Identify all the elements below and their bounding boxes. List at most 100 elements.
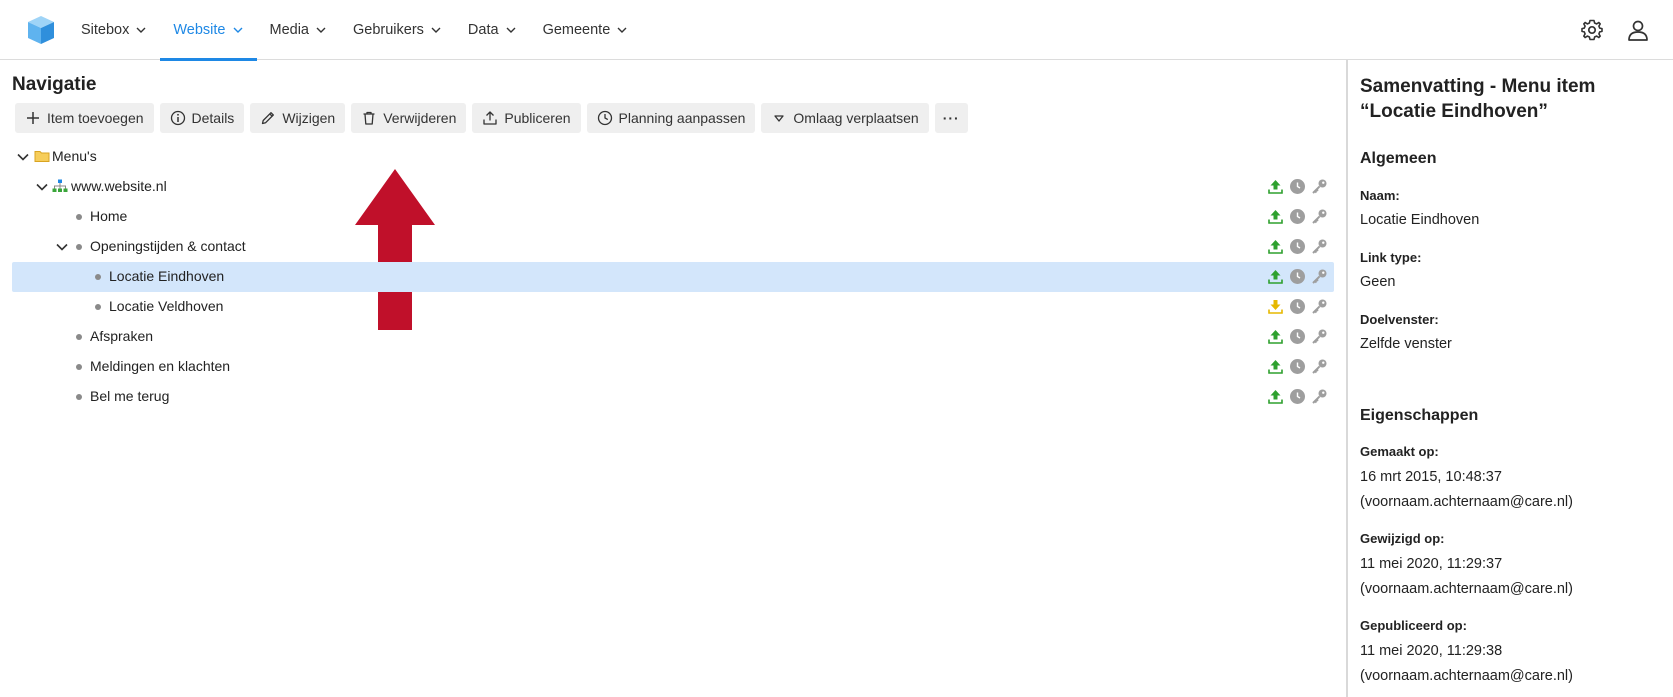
chevron-down-icon[interactable] xyxy=(55,240,69,254)
top-navigation-bar: Sitebox Website Media Gebruikers Data Ge… xyxy=(0,0,1673,61)
key-icon[interactable] xyxy=(1311,178,1328,195)
schedule-clock-icon[interactable] xyxy=(1289,178,1306,195)
bullet-dot xyxy=(95,274,101,280)
bullet-dot xyxy=(76,244,82,250)
chevron-down-icon xyxy=(617,27,627,33)
pencil-icon xyxy=(262,112,275,125)
properties-heading: Eigenschappen xyxy=(1360,407,1479,424)
chevron-down-icon xyxy=(136,27,146,33)
published-date: 11 mei 2020, 11:29:38 xyxy=(1360,643,1503,659)
modified-label: Gewijzigd op: xyxy=(1360,531,1445,546)
chevron-down-icon[interactable] xyxy=(35,180,49,194)
schedule-clock-icon[interactable] xyxy=(1289,388,1306,405)
move-down-button[interactable]: Omlaag verplaatsen xyxy=(761,103,929,133)
tree-item-row[interactable]: Afspraken xyxy=(12,322,1334,352)
link-type-label: Link type: xyxy=(1360,250,1422,265)
triangle-down-icon xyxy=(774,115,785,122)
nav-item-media[interactable]: Media xyxy=(257,0,341,60)
schedule-label: Planning aanpassen xyxy=(618,110,746,126)
tree-item-label: Locatie Eindhoven xyxy=(109,268,225,284)
chevron-down-icon xyxy=(233,27,242,33)
chevron-down-icon xyxy=(316,27,326,33)
bullet-dot xyxy=(76,214,82,220)
published-upload-icon[interactable] xyxy=(1267,358,1284,375)
nav-item-label: Gebruikers xyxy=(353,22,424,38)
details-button[interactable]: Details xyxy=(159,103,245,133)
edit-button[interactable]: Wijzigen xyxy=(250,103,346,133)
published-upload-icon[interactable] xyxy=(1267,238,1284,255)
summary-title: Samenvatting - Menu item “Locatie Eindho… xyxy=(1360,76,1596,122)
user-account-icon[interactable] xyxy=(1626,18,1650,42)
tree-item-label: Locatie Veldhoven xyxy=(109,298,224,314)
tree-site-row[interactable]: www.website.nl xyxy=(12,172,1334,202)
tree-item-label: Afspraken xyxy=(90,328,154,344)
row-status-icons xyxy=(1267,328,1328,345)
key-icon[interactable] xyxy=(1311,208,1328,225)
tree-item-row-selected[interactable]: Locatie Eindhoven xyxy=(12,262,1334,292)
key-icon[interactable] xyxy=(1311,298,1328,315)
nav-item-label: Gemeente xyxy=(542,22,611,38)
row-status-icons xyxy=(1267,358,1328,375)
nav-item-gebruikers[interactable]: Gebruikers xyxy=(340,0,455,60)
published-upload-icon[interactable] xyxy=(1267,328,1284,345)
nav-item-gemeente[interactable]: Gemeente xyxy=(530,0,642,60)
add-item-button[interactable]: Item toevoegen xyxy=(15,103,154,133)
main-menu: Sitebox Website Media Gebruikers Data Ge… xyxy=(68,0,642,61)
tree-site-label: www.website.nl xyxy=(71,178,167,194)
add-item-label: Item toevoegen xyxy=(47,110,144,126)
pending-download-icon[interactable] xyxy=(1267,298,1284,315)
delete-button[interactable]: Verwijderen xyxy=(351,103,467,133)
published-by: (voornaam.achternaam@care.nl) xyxy=(1360,668,1573,684)
schedule-clock-icon[interactable] xyxy=(1289,238,1306,255)
published-upload-icon[interactable] xyxy=(1267,208,1284,225)
summary-panel: Samenvatting - Menu item “Locatie Eindho… xyxy=(1346,60,1673,697)
published-upload-icon[interactable] xyxy=(1267,388,1284,405)
settings-gear-icon[interactable] xyxy=(1580,18,1604,42)
folder-icon xyxy=(34,151,50,162)
sitebox-logo-icon[interactable] xyxy=(27,15,55,45)
nav-item-label: Sitebox xyxy=(81,22,130,38)
tree-item-row[interactable]: Bel me terug xyxy=(12,382,1334,412)
tree-item-row[interactable]: Locatie Veldhoven xyxy=(12,292,1334,322)
schedule-clock-icon[interactable] xyxy=(1289,208,1306,225)
published-upload-icon[interactable] xyxy=(1267,268,1284,285)
created-label: Gemaakt op: xyxy=(1360,444,1439,459)
key-icon[interactable] xyxy=(1311,268,1328,285)
schedule-button[interactable]: Planning aanpassen xyxy=(586,103,756,133)
tree-item-label: Home xyxy=(90,208,128,224)
tree-item-label: Bel me terug xyxy=(90,388,170,404)
modified-by: (voornaam.achternaam@care.nl) xyxy=(1360,581,1573,597)
tree-root-row[interactable]: Menu's xyxy=(12,142,1334,172)
bullet-dot xyxy=(95,304,101,310)
details-label: Details xyxy=(191,110,235,126)
key-icon[interactable] xyxy=(1311,388,1328,405)
tree-item-row[interactable]: Openingstijden & contact xyxy=(12,232,1334,262)
chevron-down-icon[interactable] xyxy=(16,150,30,164)
schedule-clock-icon[interactable] xyxy=(1289,268,1306,285)
trash-icon xyxy=(363,111,375,125)
chevron-down-icon xyxy=(431,27,441,33)
publish-button[interactable]: Publiceren xyxy=(472,103,581,133)
row-status-icons xyxy=(1267,208,1328,225)
nav-item-sitebox[interactable]: Sitebox xyxy=(68,0,160,60)
nav-item-website[interactable]: Website xyxy=(160,0,257,61)
nav-item-data[interactable]: Data xyxy=(455,0,530,60)
link-type-value: Geen xyxy=(1360,274,1396,290)
row-status-icons xyxy=(1267,238,1328,255)
nav-item-label: Media xyxy=(269,22,310,38)
published-upload-icon[interactable] xyxy=(1267,178,1284,195)
schedule-clock-icon[interactable] xyxy=(1289,328,1306,345)
main-content: Navigatie Item toevoegen Details Wijzige… xyxy=(0,60,1346,697)
schedule-clock-icon[interactable] xyxy=(1289,358,1306,375)
tree-item-row[interactable]: Home xyxy=(12,202,1334,232)
publish-label: Publiceren xyxy=(504,110,571,126)
key-icon[interactable] xyxy=(1311,358,1328,375)
bullet-dot xyxy=(76,394,82,400)
tree-root-label: Menu's xyxy=(52,148,97,164)
row-status-icons xyxy=(1267,388,1328,405)
schedule-clock-icon[interactable] xyxy=(1289,298,1306,315)
key-icon[interactable] xyxy=(1311,238,1328,255)
tree-item-row[interactable]: Meldingen en klachten xyxy=(12,352,1334,382)
more-actions-button[interactable]: ··· xyxy=(934,103,968,133)
key-icon[interactable] xyxy=(1311,328,1328,345)
